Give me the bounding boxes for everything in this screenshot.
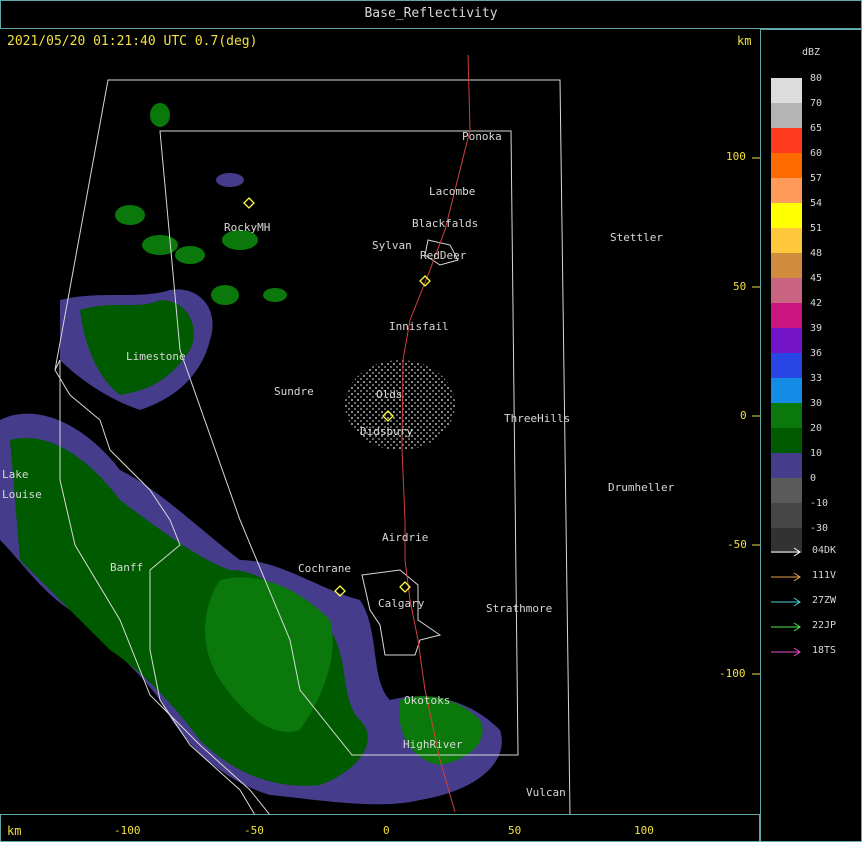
legend-swatch <box>771 103 802 128</box>
city-label: Sundre <box>274 385 314 398</box>
arrow-icon <box>771 622 801 632</box>
legend-label: 42 <box>810 298 823 309</box>
legend-swatch <box>771 328 802 353</box>
city-label: Banff <box>110 561 143 574</box>
legend-label: -10 <box>810 498 829 509</box>
x-tick-label: 0 <box>383 824 390 837</box>
legend-label: 54 <box>810 198 823 209</box>
window-title: Base_Reflectivity <box>364 6 498 21</box>
x-tick-label: 50 <box>508 824 522 837</box>
arrow-icon <box>771 597 801 607</box>
legend-swatch <box>771 453 802 478</box>
scan-timestamp: 2021/05/20 01:21:40 UTC 0.7(deg) <box>7 34 258 49</box>
city-label: Airdrie <box>382 531 428 544</box>
city-label: Lacombe <box>429 185 475 198</box>
legend-swatch <box>771 353 802 378</box>
legend-swatch <box>771 278 802 303</box>
city-label: Blackfalds <box>412 217 478 230</box>
legend-swatch <box>771 203 802 228</box>
city-label: Okotoks <box>404 694 450 707</box>
city-label: Sylvan <box>372 239 412 252</box>
legend-swatch <box>771 78 802 103</box>
x-tick-label: -100 <box>114 824 141 837</box>
radar-map[interactable]: Ponoka Lacombe Blackfalds Sylvan RedDeer… <box>0 29 760 814</box>
city-label: RedDeer <box>420 249 467 262</box>
y-tick-label: 100 <box>726 150 746 163</box>
track-label: 18TS <box>812 645 837 656</box>
legend-label: 33 <box>810 373 823 384</box>
legend-label: 60 <box>810 148 823 159</box>
legend-swatch <box>771 503 802 528</box>
legend-label: 0 <box>810 473 817 484</box>
arrow-icon <box>771 547 801 557</box>
city-label: Drumheller <box>608 481 675 494</box>
city-label: Cochrane <box>298 562 351 575</box>
track-label: 27ZW <box>812 595 837 606</box>
legend-label: 36 <box>810 348 823 359</box>
city-label: ThreeHills <box>504 412 570 425</box>
legend-title: dBZ <box>802 47 821 58</box>
arrow-icon <box>771 647 801 657</box>
y-tick-label: 50 <box>733 280 747 293</box>
city-label: Ponoka <box>462 130 502 143</box>
y-tick-label: -50 <box>727 538 747 551</box>
legend-label: 51 <box>810 223 823 234</box>
track-label: 22JP <box>812 620 837 631</box>
track-legend-item[interactable]: 27ZW <box>770 595 860 609</box>
city-label: Lake <box>2 468 29 481</box>
track-legend-item[interactable]: 22JP <box>770 620 860 634</box>
city-label: Calgary <box>378 597 425 610</box>
city-label: Didsbury <box>360 425 413 438</box>
legend-label: 65 <box>810 123 823 134</box>
legend-swatch <box>771 228 802 253</box>
city-label: HighRiver <box>403 738 463 751</box>
track-label: 111V <box>812 570 837 581</box>
x-tick-label: -50 <box>244 824 264 837</box>
legend-label: 70 <box>810 98 823 109</box>
legend-swatch <box>771 253 802 278</box>
city-label: Louise <box>2 488 42 501</box>
city-label: Vulcan <box>526 786 566 799</box>
legend-label: 48 <box>810 248 823 259</box>
legend-swatch <box>771 478 802 503</box>
y-tick-label: 0 <box>740 409 747 422</box>
legend-label: 45 <box>810 273 823 284</box>
x-tick-label: 100 <box>634 824 654 837</box>
legend-label: 57 <box>810 173 823 184</box>
track-legend-item[interactable]: 111V <box>770 570 860 584</box>
legend-swatch <box>771 403 802 428</box>
track-legend-item[interactable]: 04DK <box>770 545 860 559</box>
legend-swatch <box>771 153 802 178</box>
legend-label: 20 <box>810 423 823 434</box>
legend-label: -30 <box>810 523 829 534</box>
city-label: Limestone <box>126 350 186 363</box>
legend-swatch <box>771 303 802 328</box>
arrow-icon <box>771 572 801 582</box>
city-label: Olds <box>376 388 403 401</box>
legend-label: 10 <box>810 448 823 459</box>
legend-swatch <box>771 378 802 403</box>
city-label: Innisfail <box>389 320 449 333</box>
city-label: Strathmore <box>486 602 552 615</box>
unit-label-top: km <box>737 34 752 48</box>
legend-label: 80 <box>810 73 823 84</box>
city-label: Stettler <box>610 231 663 244</box>
y-tick-label: -100 <box>719 667 746 680</box>
legend-swatch <box>771 178 802 203</box>
legend-label: 30 <box>810 398 823 409</box>
unit-label-bottom: km <box>7 824 22 838</box>
track-label: 04DK <box>812 545 837 556</box>
legend-swatch <box>771 128 802 153</box>
legend-label: 39 <box>810 323 823 334</box>
track-legend-item[interactable]: 18TS <box>770 645 860 659</box>
legend-swatch <box>771 428 802 453</box>
city-label: RockyMH <box>224 221 270 234</box>
